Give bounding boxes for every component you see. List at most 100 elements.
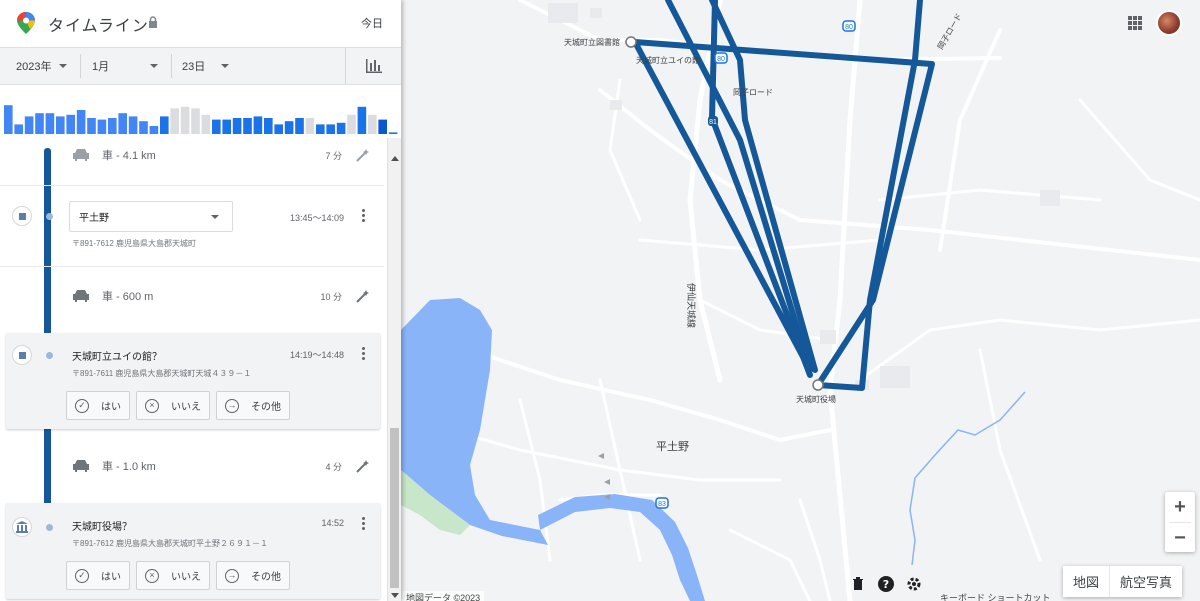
- year-dropdown[interactable]: 2023年: [16, 48, 68, 84]
- shield-80-a: 80: [845, 24, 853, 31]
- histogram-bar[interactable]: [97, 119, 107, 134]
- confirm-yes-button[interactable]: ✓ はい: [66, 561, 130, 590]
- place-visit-yui[interactable]: 天城町立ユイの館？ 14:19～14:48 〒891-7611 鹿児島県大島郡天…: [6, 333, 380, 429]
- timeline-list[interactable]: 車 - 4.1 km 7 分 平土野 13:45～14:09 〒891-7612…: [0, 138, 387, 601]
- histogram-bar[interactable]: [357, 106, 367, 134]
- svg-text:?: ?: [883, 578, 889, 591]
- settings-gear-icon[interactable]: [906, 576, 922, 592]
- day-dropdown[interactable]: 23日: [182, 48, 230, 84]
- place-address: 〒891-7612 鹿児島県大島郡天城町平土野２６９１－１: [72, 539, 269, 548]
- more-options-icon[interactable]: [362, 209, 366, 223]
- histogram-bar[interactable]: [118, 113, 127, 134]
- histogram-bar[interactable]: [284, 121, 294, 134]
- edit-wand-icon[interactable]: [356, 148, 370, 162]
- more-options-icon[interactable]: [362, 517, 366, 531]
- histogram-bar[interactable]: [347, 114, 356, 134]
- histogram-bar[interactable]: [274, 124, 283, 134]
- histogram-bar[interactable]: [378, 119, 387, 134]
- segment-drive-3[interactable]: 車 - 1.0 km 4 分: [0, 449, 384, 483]
- place-name: 天城町立ユイの館？: [72, 352, 162, 363]
- town-office-marker[interactable]: [812, 379, 824, 391]
- confirm-other-button[interactable]: → その他: [216, 561, 290, 590]
- segment-drive-1[interactable]: 車 - 4.1 km 7 分: [0, 138, 384, 172]
- scroll-down-arrow-icon[interactable]: [391, 593, 399, 598]
- histogram-bar[interactable]: [4, 105, 13, 134]
- histogram-bar[interactable]: [149, 126, 159, 134]
- histogram-bar[interactable]: [87, 118, 96, 134]
- car-icon: [73, 149, 89, 161]
- edit-wand-icon[interactable]: [356, 289, 370, 303]
- apps-grid-icon[interactable]: [1128, 16, 1142, 30]
- histogram-bar[interactable]: [316, 124, 325, 134]
- histogram-bar[interactable]: [232, 118, 242, 134]
- histogram-bar[interactable]: [243, 118, 252, 134]
- histogram-bar[interactable]: [388, 132, 398, 134]
- month-caret-icon: [150, 64, 158, 68]
- insights-chart-button[interactable]: [345, 48, 401, 84]
- place-name-dropdown[interactable]: 平土野: [69, 201, 233, 232]
- histogram-bar[interactable]: [212, 119, 221, 134]
- map-label-hetono: 平土野: [656, 440, 689, 453]
- histogram-svg[interactable]: [0, 86, 401, 138]
- trash-icon[interactable]: [850, 576, 866, 592]
- histogram-bar[interactable]: [35, 113, 44, 134]
- histogram-bar[interactable]: [108, 118, 117, 134]
- scroll-thumb[interactable]: [390, 428, 399, 588]
- histogram-bar[interactable]: [66, 114, 75, 134]
- confirm-yes-button[interactable]: ✓ はい: [66, 391, 130, 420]
- segment-duration: 4 分: [325, 461, 342, 472]
- histogram-bar[interactable]: [264, 118, 273, 134]
- timeline-scrollbar[interactable]: [387, 138, 401, 601]
- zoom-out-button[interactable]: −: [1165, 523, 1195, 553]
- histogram-bar[interactable]: [222, 119, 231, 134]
- histogram-bar[interactable]: [253, 116, 263, 134]
- map-view-button[interactable]: 地図: [1063, 566, 1109, 597]
- timeline-panel: タイムライン 今日 2023年 1月 23日 車 - 4.1 km 7 分 平土…: [0, 0, 401, 601]
- histogram-bar[interactable]: [326, 124, 335, 134]
- library-marker[interactable]: [625, 36, 637, 48]
- year-caret-icon: [59, 64, 68, 68]
- histogram-bar[interactable]: [76, 110, 86, 134]
- histogram-bar[interactable]: [139, 121, 148, 134]
- histogram-bar[interactable]: [336, 122, 346, 134]
- histogram-bar[interactable]: [14, 124, 23, 134]
- map-attribution: 地図データ ©2023: [402, 591, 485, 601]
- confirm-other-button[interactable]: → その他: [216, 391, 290, 420]
- histogram-bar[interactable]: [56, 116, 65, 134]
- map-label-isen-amagi: 伊仙天城線: [685, 283, 697, 328]
- today-button[interactable]: 今日: [361, 15, 383, 31]
- satellite-view-button[interactable]: 航空写真: [1109, 566, 1182, 597]
- confirm-no-button[interactable]: × いいえ: [136, 391, 210, 420]
- histogram-bar[interactable]: [295, 118, 304, 134]
- help-icon[interactable]: ?: [878, 576, 894, 592]
- histogram-bar[interactable]: [201, 114, 211, 134]
- histogram-bar[interactable]: [160, 116, 169, 134]
- confirm-buttons: ✓ はい × いいえ → その他: [66, 561, 290, 590]
- histogram-bar[interactable]: [170, 108, 179, 134]
- place-visit-town-office[interactable]: 天城町役場？ 14:52 〒891-7612 鹿児島県大島郡天城町平土野２６９１…: [6, 503, 380, 599]
- confirm-no-button[interactable]: × いいえ: [136, 561, 210, 590]
- map-tools: ?: [850, 576, 922, 592]
- account-avatar[interactable]: [1156, 10, 1182, 36]
- month-dropdown[interactable]: 1月: [92, 48, 158, 84]
- page-title: タイムライン: [48, 18, 149, 35]
- place-address: 〒891-7611 鹿児島県大島郡天城町天城４３９－１: [72, 369, 252, 378]
- confirm-no-label: いいえ: [171, 572, 201, 583]
- histogram-bar[interactable]: [180, 106, 190, 134]
- more-options-icon[interactable]: [362, 347, 366, 361]
- keyboard-shortcuts-link[interactable]: キーボード ショートカット: [940, 591, 1051, 601]
- histogram-bar[interactable]: [191, 108, 200, 134]
- histogram-bar[interactable]: [45, 113, 55, 134]
- histogram-bar[interactable]: [368, 114, 377, 134]
- day-caret-icon: [221, 64, 230, 68]
- edit-wand-icon[interactable]: [356, 459, 370, 473]
- segment-drive-2[interactable]: 車 - 600 m 10 分: [0, 279, 384, 313]
- zoom-in-button[interactable]: +: [1165, 492, 1195, 522]
- histogram-bar[interactable]: [24, 116, 34, 134]
- shield-81: 81: [709, 119, 717, 126]
- histogram-bar[interactable]: [128, 116, 138, 134]
- scroll-up-arrow-icon[interactable]: [391, 156, 399, 161]
- histogram-bar[interactable]: [305, 118, 315, 134]
- daily-histogram[interactable]: [0, 86, 401, 138]
- place-visit-hetono[interactable]: 平土野 13:45～14:09 〒891-7612 鹿児島県大島郡天城町: [6, 186, 380, 266]
